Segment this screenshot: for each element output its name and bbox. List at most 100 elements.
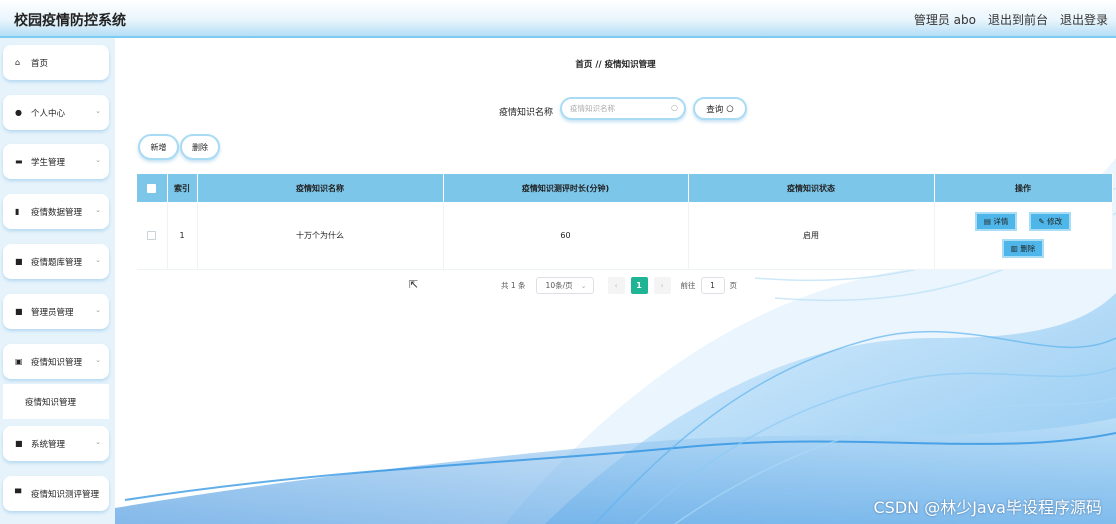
cell-name: 十万个为什么: [197, 202, 444, 270]
goto-label: 前往: [680, 281, 696, 290]
query-button-label: 查询: [706, 104, 724, 115]
chevron-down-icon: ⌄: [95, 438, 101, 446]
sidebar-item-label: 疫情知识管理: [31, 357, 83, 368]
chevron-down-icon: ⌄: [95, 206, 101, 214]
sidebar-item-label: 系统管理: [31, 439, 66, 450]
prev-page-button[interactable]: ‹: [607, 277, 625, 294]
grid-icon: ■: [15, 307, 23, 316]
row-checkbox[interactable]: [147, 230, 157, 240]
column-header-index: 索引: [167, 174, 198, 202]
search-icon: ○: [671, 103, 678, 112]
column-header-actions: 操作: [934, 174, 1113, 202]
clipboard-icon: ▣: [15, 357, 23, 366]
edit-button-label: 修改: [1047, 217, 1063, 227]
sidebar-item-home[interactable]: ⌂ 首页: [3, 45, 109, 80]
sidebar-item-label: 管理员管理: [31, 307, 74, 318]
chevron-down-icon: ⌄: [95, 107, 101, 115]
breadcrumb-current: 疫情知识管理: [604, 60, 656, 70]
add-button-label: 新增: [150, 142, 167, 152]
pagination: 共 1 条 10条/页 ⌄ ‹ 1 › 前往 1 页: [501, 277, 737, 294]
batch-delete-button[interactable]: 删除: [180, 134, 220, 160]
search-icon: ○: [726, 103, 734, 114]
bar-chart-icon: ▮: [15, 207, 20, 216]
search-label: 疫情知识名称: [499, 108, 554, 118]
goto-page-input[interactable]: 1: [700, 277, 725, 294]
breadcrumb: 首页 // 疫情知识管理: [115, 58, 1116, 70]
home-icon: ⌂: [15, 58, 21, 67]
sidebar-item-label: 疫情题库管理: [31, 257, 83, 268]
row-delete-button[interactable]: ▥ 删除: [1001, 239, 1045, 259]
cell-actions: ▤ 详情 ✎ 修改 ▥ 删除: [934, 202, 1113, 270]
admin-username: 管理员 abo: [913, 13, 976, 27]
select-all-cell: [137, 174, 168, 202]
edit-button[interactable]: ✎ 修改: [1029, 212, 1072, 232]
chevron-right-icon: ›: [660, 281, 664, 290]
chevron-down-icon: ⌄: [580, 281, 587, 290]
top-right-links: 管理员 abo 退出到前台 退出登录: [914, 11, 1108, 28]
select-all-checkbox[interactable]: [147, 183, 157, 193]
top-bar: 校园疫情防控系统 管理员 abo 退出到前台 退出登录: [0, 0, 1116, 38]
sidebar-item-student-management[interactable]: ▬ 学生管理 ⌄: [3, 144, 109, 179]
sidebar: ⌂ 首页 ● 个人中心 ⌄ ▬ 学生管理 ⌄ ▮ 疫情数据管理 ⌄ ■ 疫情题库…: [0, 38, 115, 524]
breadcrumb-home[interactable]: 首页: [575, 60, 592, 70]
add-button[interactable]: 新增: [138, 134, 179, 160]
cell-index: 1: [167, 202, 198, 270]
chevron-down-icon: ⌄: [95, 156, 101, 164]
pencil-icon: ✎: [1038, 217, 1045, 227]
sidebar-item-label: 学生管理: [31, 157, 66, 168]
chevron-down-icon: ⌄: [95, 488, 101, 496]
chevron-left-icon: ‹: [614, 281, 618, 290]
table-row: 1 十万个为什么 60 启用 ▤ 详情 ✎ 修改 ▥ 删除: [137, 202, 1113, 270]
sidebar-item-question-bank[interactable]: ■ 疫情题库管理 ⌄: [3, 244, 109, 279]
table-header-row: 索引 疫情知识名称 疫情知识测评时长(分钟) 疫情知识状态 操作: [137, 174, 1113, 202]
detail-button[interactable]: ▤ 详情: [974, 212, 1018, 232]
sidebar-item-label: 疫情知识测评管理: [31, 489, 100, 500]
page-number-button[interactable]: 1: [630, 277, 648, 294]
sidebar-item-label: 疫情数据管理: [31, 207, 83, 218]
knowledge-table: 索引 疫情知识名称 疫情知识测评时长(分钟) 疫情知识状态 操作 1 十万个为什…: [137, 174, 1113, 270]
main-content: 首页 // 疫情知识管理 疫情知识名称 ○ 查询 ○ 新增 删除 索引 疫情知识…: [115, 38, 1116, 524]
chevron-down-icon: ⌄: [95, 306, 101, 314]
exit-to-front-link[interactable]: 退出到前台: [988, 11, 1048, 28]
briefcase-icon: ▬: [15, 157, 23, 166]
sidebar-item-knowledge-evaluation[interactable]: ▀ 疫情知识测评管理 ⌄: [3, 476, 109, 511]
chevron-down-icon: ⌄: [95, 256, 101, 264]
sidebar-item-label: 首页: [31, 58, 49, 69]
next-page-button[interactable]: ›: [653, 277, 671, 294]
submenu-item-label: 疫情知识管理: [25, 397, 77, 408]
page-number: 1: [636, 281, 642, 290]
row-select-cell: [137, 202, 168, 270]
watermark: CSDN @林少Java毕设程序源码: [873, 498, 1102, 517]
pagination-total: 共 1 条: [501, 281, 526, 290]
sidebar-item-admin-management[interactable]: ■ 管理员管理 ⌄: [3, 294, 109, 329]
detail-button-label: 详情: [993, 217, 1009, 227]
monitor-icon: ▀: [15, 489, 22, 498]
sidebar-item-epidemic-data[interactable]: ▮ 疫情数据管理 ⌄: [3, 194, 109, 229]
grid-icon: ■: [15, 439, 23, 448]
document-icon: ▤: [983, 217, 991, 227]
column-header-name: 疫情知识名称: [197, 174, 444, 202]
chevron-down-icon: ⌄: [95, 356, 101, 364]
knowledge-name-search-input[interactable]: [560, 97, 686, 120]
submenu-item-knowledge-management[interactable]: 疫情知识管理: [3, 384, 109, 419]
page-suffix: 页: [729, 281, 738, 290]
grid-icon: ■: [15, 257, 23, 266]
sidebar-item-knowledge-management[interactable]: ▣ 疫情知识管理 ⌄: [3, 344, 109, 379]
cell-duration: 60: [443, 202, 689, 270]
app-title: 校园疫情防控系统: [14, 13, 126, 29]
goto-page-value: 1: [710, 281, 715, 290]
user-icon: ●: [15, 108, 22, 117]
trash-icon: ▥: [1010, 244, 1018, 254]
column-header-duration: 疫情知识测评时长(分钟): [443, 174, 689, 202]
delete-button-label: 删除: [192, 142, 208, 152]
sidebar-item-system-management[interactable]: ■ 系统管理 ⌄: [3, 426, 109, 461]
sidebar-item-personal-center[interactable]: ● 个人中心 ⌄: [3, 95, 109, 130]
cell-status: 启用: [688, 202, 935, 270]
row-delete-button-label: 删除: [1020, 244, 1036, 254]
query-button[interactable]: 查询 ○: [693, 97, 747, 120]
sidebar-item-label: 个人中心: [31, 108, 66, 119]
mouse-cursor-icon: ⇱: [409, 278, 419, 291]
logout-link[interactable]: 退出登录: [1060, 11, 1108, 28]
breadcrumb-separator: //: [595, 60, 602, 70]
page-size-select[interactable]: 10条/页 ⌄: [535, 277, 594, 294]
